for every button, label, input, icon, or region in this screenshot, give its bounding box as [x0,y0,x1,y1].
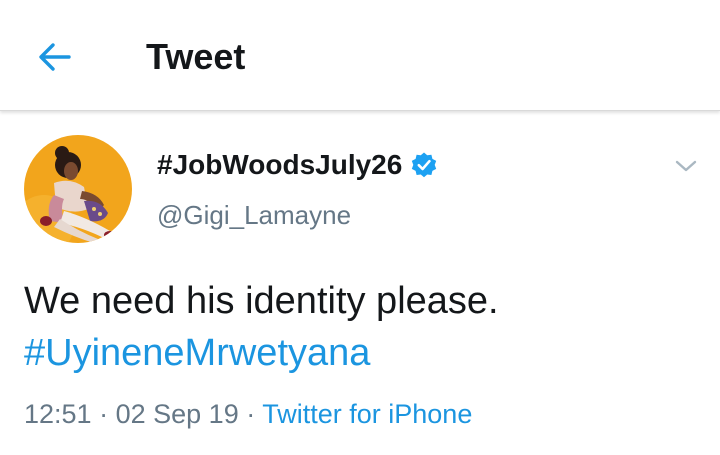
tweet-metadata: 12:51 · 02 Sep 19 · Twitter for iPhone [24,394,472,434]
tweet-options-button[interactable] [668,148,704,184]
avatar[interactable] [24,135,132,243]
arrow-left-icon [39,43,71,71]
back-button[interactable] [26,30,84,84]
tweet-text-line: We need his identity please. [24,280,499,322]
verified-badge-icon [410,151,438,179]
hashtag-link[interactable]: #UyineneMrwetyana [24,327,704,379]
tweet-text: We need his identity please. #UyineneMrw… [24,275,704,379]
chevron-down-icon [675,160,697,172]
tweet-source-link[interactable]: Twitter for iPhone [262,399,472,429]
tweet-date: 02 Sep 19 [115,399,239,429]
author-name-row[interactable]: #JobWoodsJuly26 [157,147,438,183]
top-app-bar: Tweet [0,0,720,111]
tweet-time: 12:51 [24,399,92,429]
page-title: Tweet [146,36,246,77]
meta-separator: · [246,399,256,429]
author-handle[interactable]: @Gigi_Lamayne [157,197,351,233]
meta-separator: · [99,399,109,429]
display-name: #JobWoodsJuly26 [157,149,403,180]
